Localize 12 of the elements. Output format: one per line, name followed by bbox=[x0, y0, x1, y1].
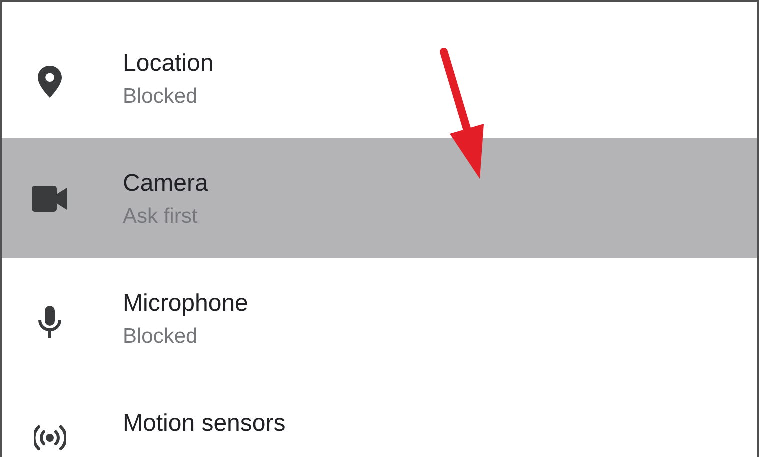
permission-title: Camera bbox=[123, 170, 208, 198]
permission-status: Ask first bbox=[123, 204, 199, 230]
permission-title: Location bbox=[123, 50, 214, 78]
permission-status: Blocked bbox=[123, 324, 199, 350]
motion-sensor-icon bbox=[34, 425, 66, 451]
location-pin-icon bbox=[36, 65, 62, 99]
video-camera-icon bbox=[32, 185, 68, 213]
permission-title: Motion sensors bbox=[123, 410, 286, 438]
permission-title: Microphone bbox=[123, 290, 248, 318]
microphone-icon bbox=[36, 305, 62, 339]
permission-status: Blocked bbox=[123, 84, 199, 110]
permission-row[interactable]: Camera Ask first bbox=[2, 138, 757, 258]
